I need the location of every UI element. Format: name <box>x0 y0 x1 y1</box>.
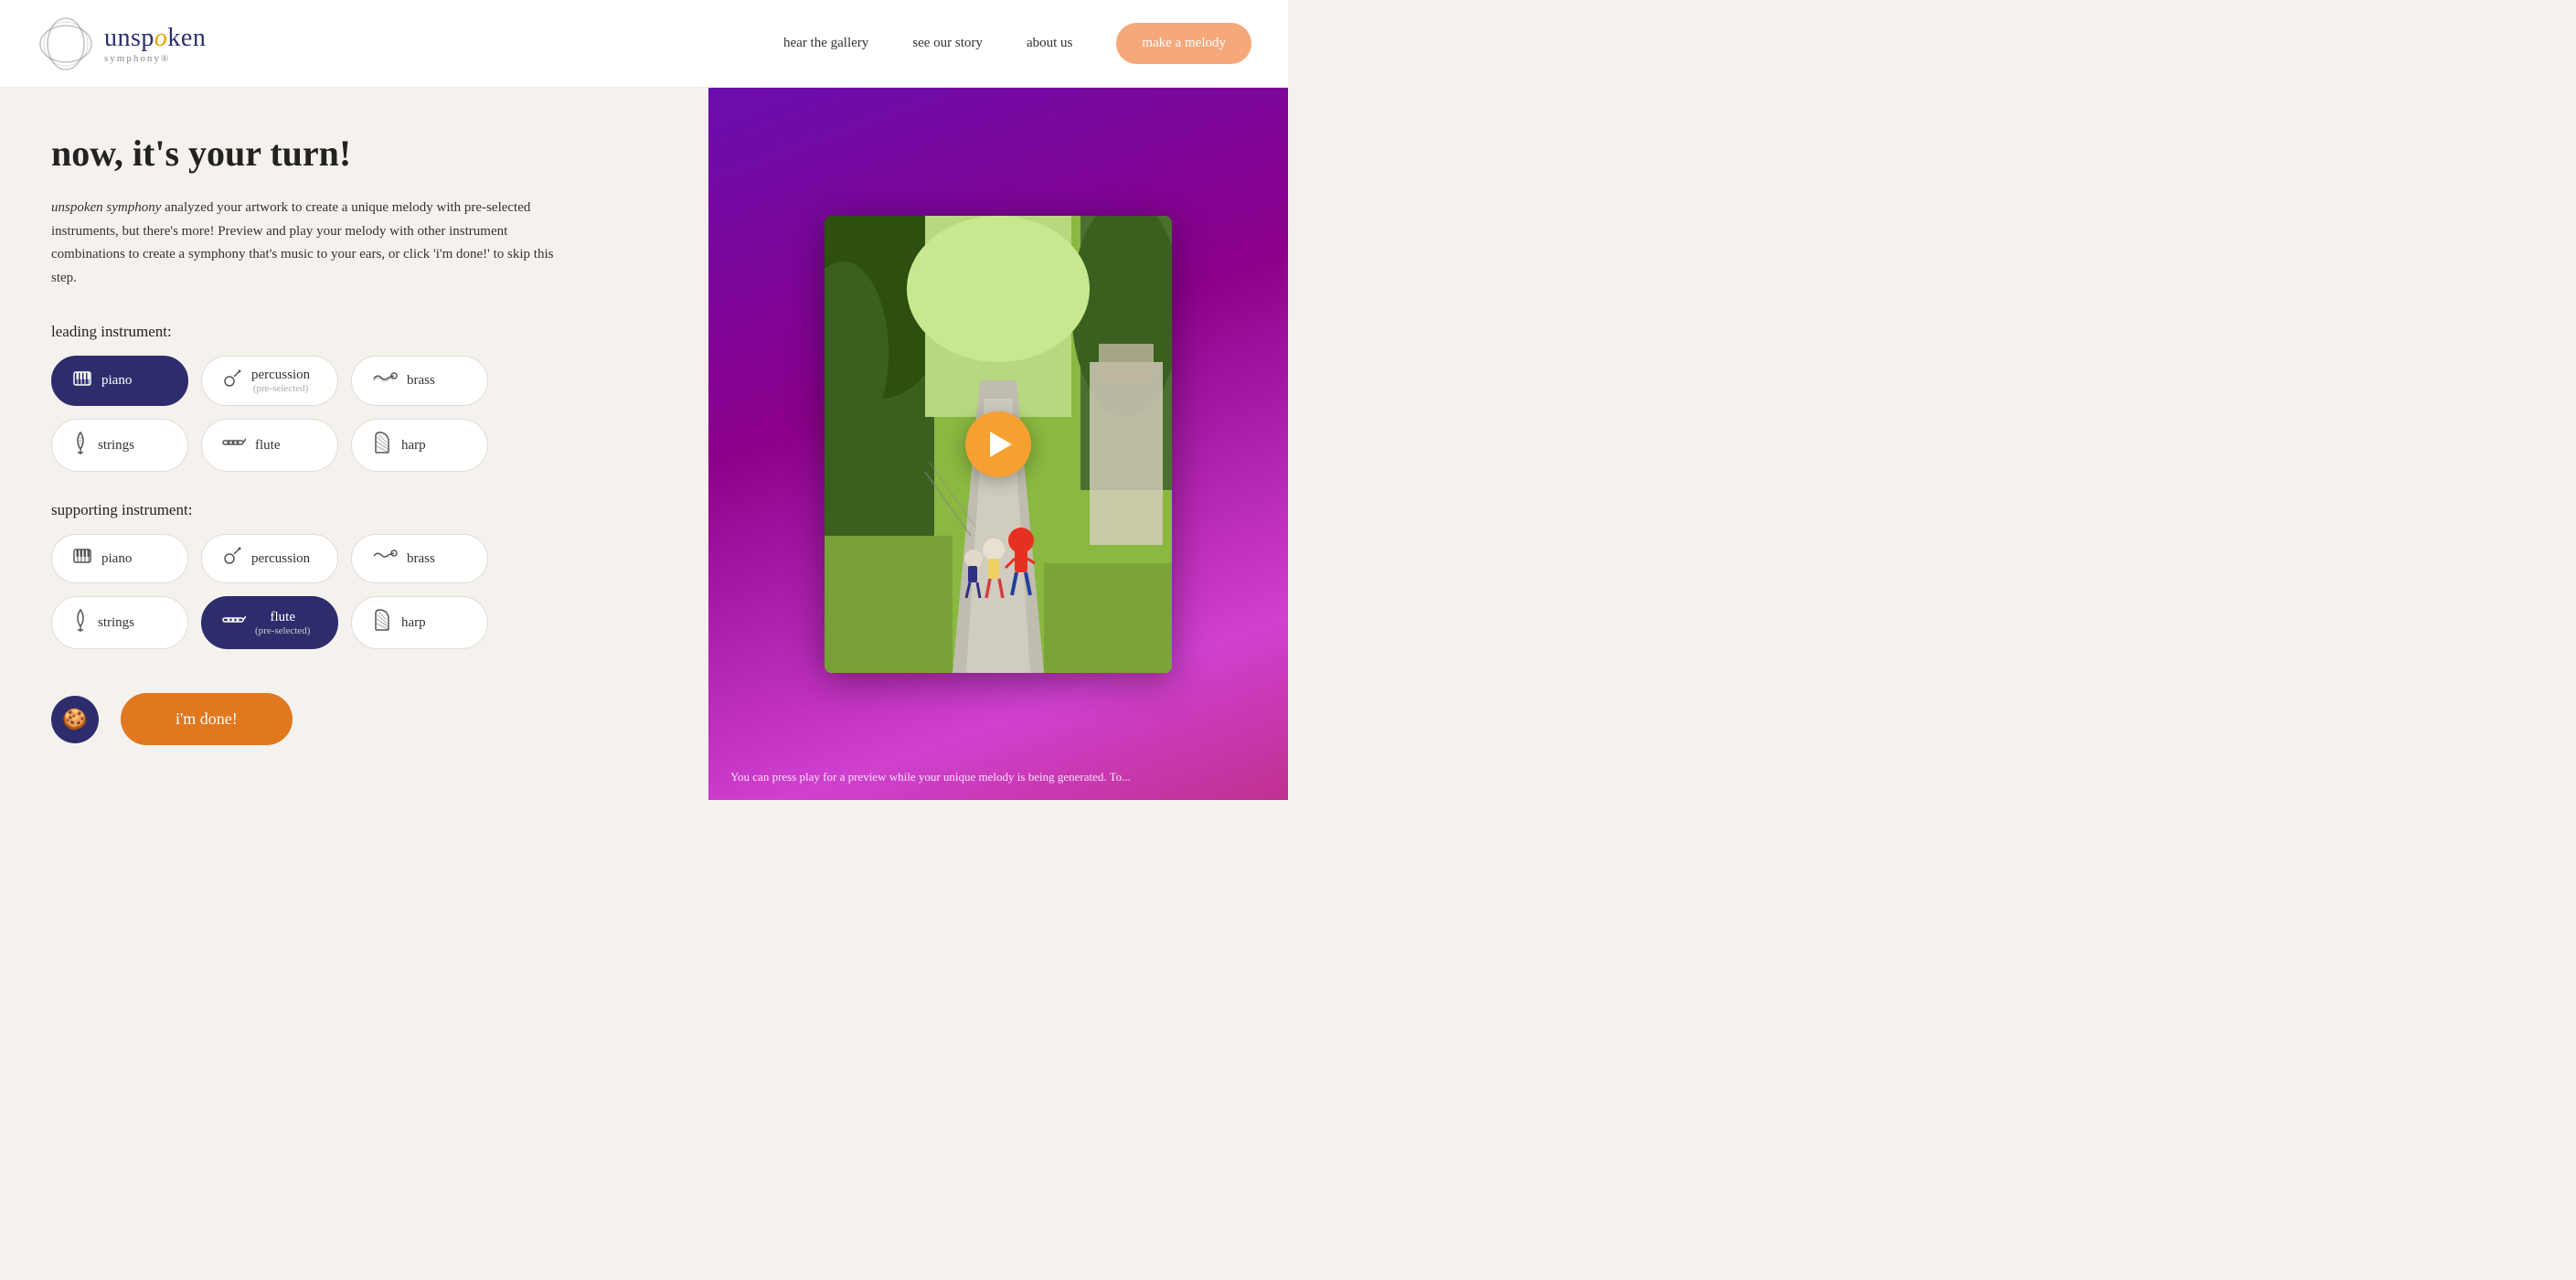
done-button[interactable]: i'm done! <box>121 693 293 745</box>
supporting-brass-button[interactable]: brass <box>351 534 488 583</box>
leading-percussion-label: percussion <box>251 368 310 383</box>
supporting-harp-button[interactable]: harp <box>351 596 488 649</box>
cookie-icon: 🍪 <box>62 708 87 731</box>
cookie-button[interactable]: 🍪 <box>51 696 99 743</box>
flute-icon <box>222 434 246 456</box>
leading-brass-button[interactable]: brass <box>351 356 488 406</box>
nav-see-story[interactable]: see our story <box>912 36 983 51</box>
page-title: now, it's your turn! <box>51 132 657 175</box>
leading-row-2: strings flute <box>51 419 657 472</box>
leading-flute-label: flute <box>255 438 281 453</box>
sup-harp-icon <box>372 608 392 637</box>
logo-name: unspoken <box>104 24 206 53</box>
leading-harp-button[interactable]: harp <box>351 419 488 472</box>
sup-percussion-icon <box>222 546 242 571</box>
supporting-piano-button[interactable]: piano <box>51 534 188 583</box>
supporting-flute-button[interactable]: flute (pre-selected) <box>201 596 338 649</box>
leading-label: leading instrument: <box>51 323 657 341</box>
play-button[interactable] <box>965 411 1031 477</box>
leading-piano-label: piano <box>101 373 132 389</box>
header: unspoken symphony® hear the gallery see … <box>0 0 1288 88</box>
supporting-strings-button[interactable]: strings <box>51 596 188 649</box>
leading-row-1: piano percussion (pre-selected) <box>51 356 657 406</box>
sup-piano-icon <box>72 546 92 571</box>
supporting-section: supporting instrument: <box>51 501 657 649</box>
nav-hear-gallery[interactable]: hear the gallery <box>783 36 868 51</box>
leading-harp-label: harp <box>401 438 426 453</box>
supporting-row-1: piano percussion <box>51 534 657 583</box>
leading-section: leading instrument: <box>51 323 657 472</box>
supporting-label: supporting instrument: <box>51 501 657 519</box>
leading-flute-button[interactable]: flute <box>201 419 338 472</box>
supporting-row-2: strings flute <box>51 596 657 649</box>
harp-icon <box>372 431 392 460</box>
supporting-brass-label: brass <box>407 551 435 567</box>
strings-icon <box>72 431 89 460</box>
nav-about-us[interactable]: about us <box>1027 36 1072 51</box>
video-player <box>825 216 1172 673</box>
done-area: 🍪 i'm done! <box>51 693 657 745</box>
logo[interactable]: unspoken symphony® <box>37 15 206 73</box>
sup-strings-icon <box>72 608 89 637</box>
piano-icon <box>72 368 92 394</box>
leading-piano-button[interactable]: piano <box>51 356 188 406</box>
description-italic: unspoken symphony <box>51 200 161 215</box>
make-melody-button[interactable]: make a melody <box>1116 23 1251 64</box>
description-text: unspoken symphony analyzed your artwork … <box>51 197 563 290</box>
play-icon <box>990 432 1012 457</box>
leading-strings-button[interactable]: strings <box>51 419 188 472</box>
left-panel: now, it's your turn! unspoken symphony a… <box>0 88 708 800</box>
logo-icon <box>37 15 95 73</box>
supporting-flute-sublabel: (pre-selected) <box>255 625 310 636</box>
sup-flute-icon <box>222 612 246 634</box>
percussion-icon <box>222 368 242 394</box>
main-layout: now, it's your turn! unspoken symphony a… <box>0 88 1288 800</box>
brass-icon <box>372 368 398 394</box>
supporting-percussion-label: percussion <box>251 551 310 567</box>
main-nav: hear the gallery see our story about us … <box>783 23 1251 64</box>
supporting-piano-label: piano <box>101 551 132 567</box>
right-bottom-text: You can press play for a preview while y… <box>708 753 1288 801</box>
supporting-flute-label: flute <box>255 610 310 625</box>
leading-percussion-button[interactable]: percussion (pre-selected) <box>201 356 338 406</box>
supporting-percussion-button[interactable]: percussion <box>201 534 338 583</box>
supporting-harp-label: harp <box>401 615 426 631</box>
leading-percussion-sublabel: (pre-selected) <box>251 383 310 394</box>
logo-subtitle: symphony® <box>104 53 206 64</box>
sup-brass-icon <box>372 546 398 571</box>
leading-strings-label: strings <box>98 438 134 453</box>
leading-brass-label: brass <box>407 373 435 389</box>
right-panel: You can press play for a preview while y… <box>708 88 1288 800</box>
supporting-strings-label: strings <box>98 615 134 631</box>
